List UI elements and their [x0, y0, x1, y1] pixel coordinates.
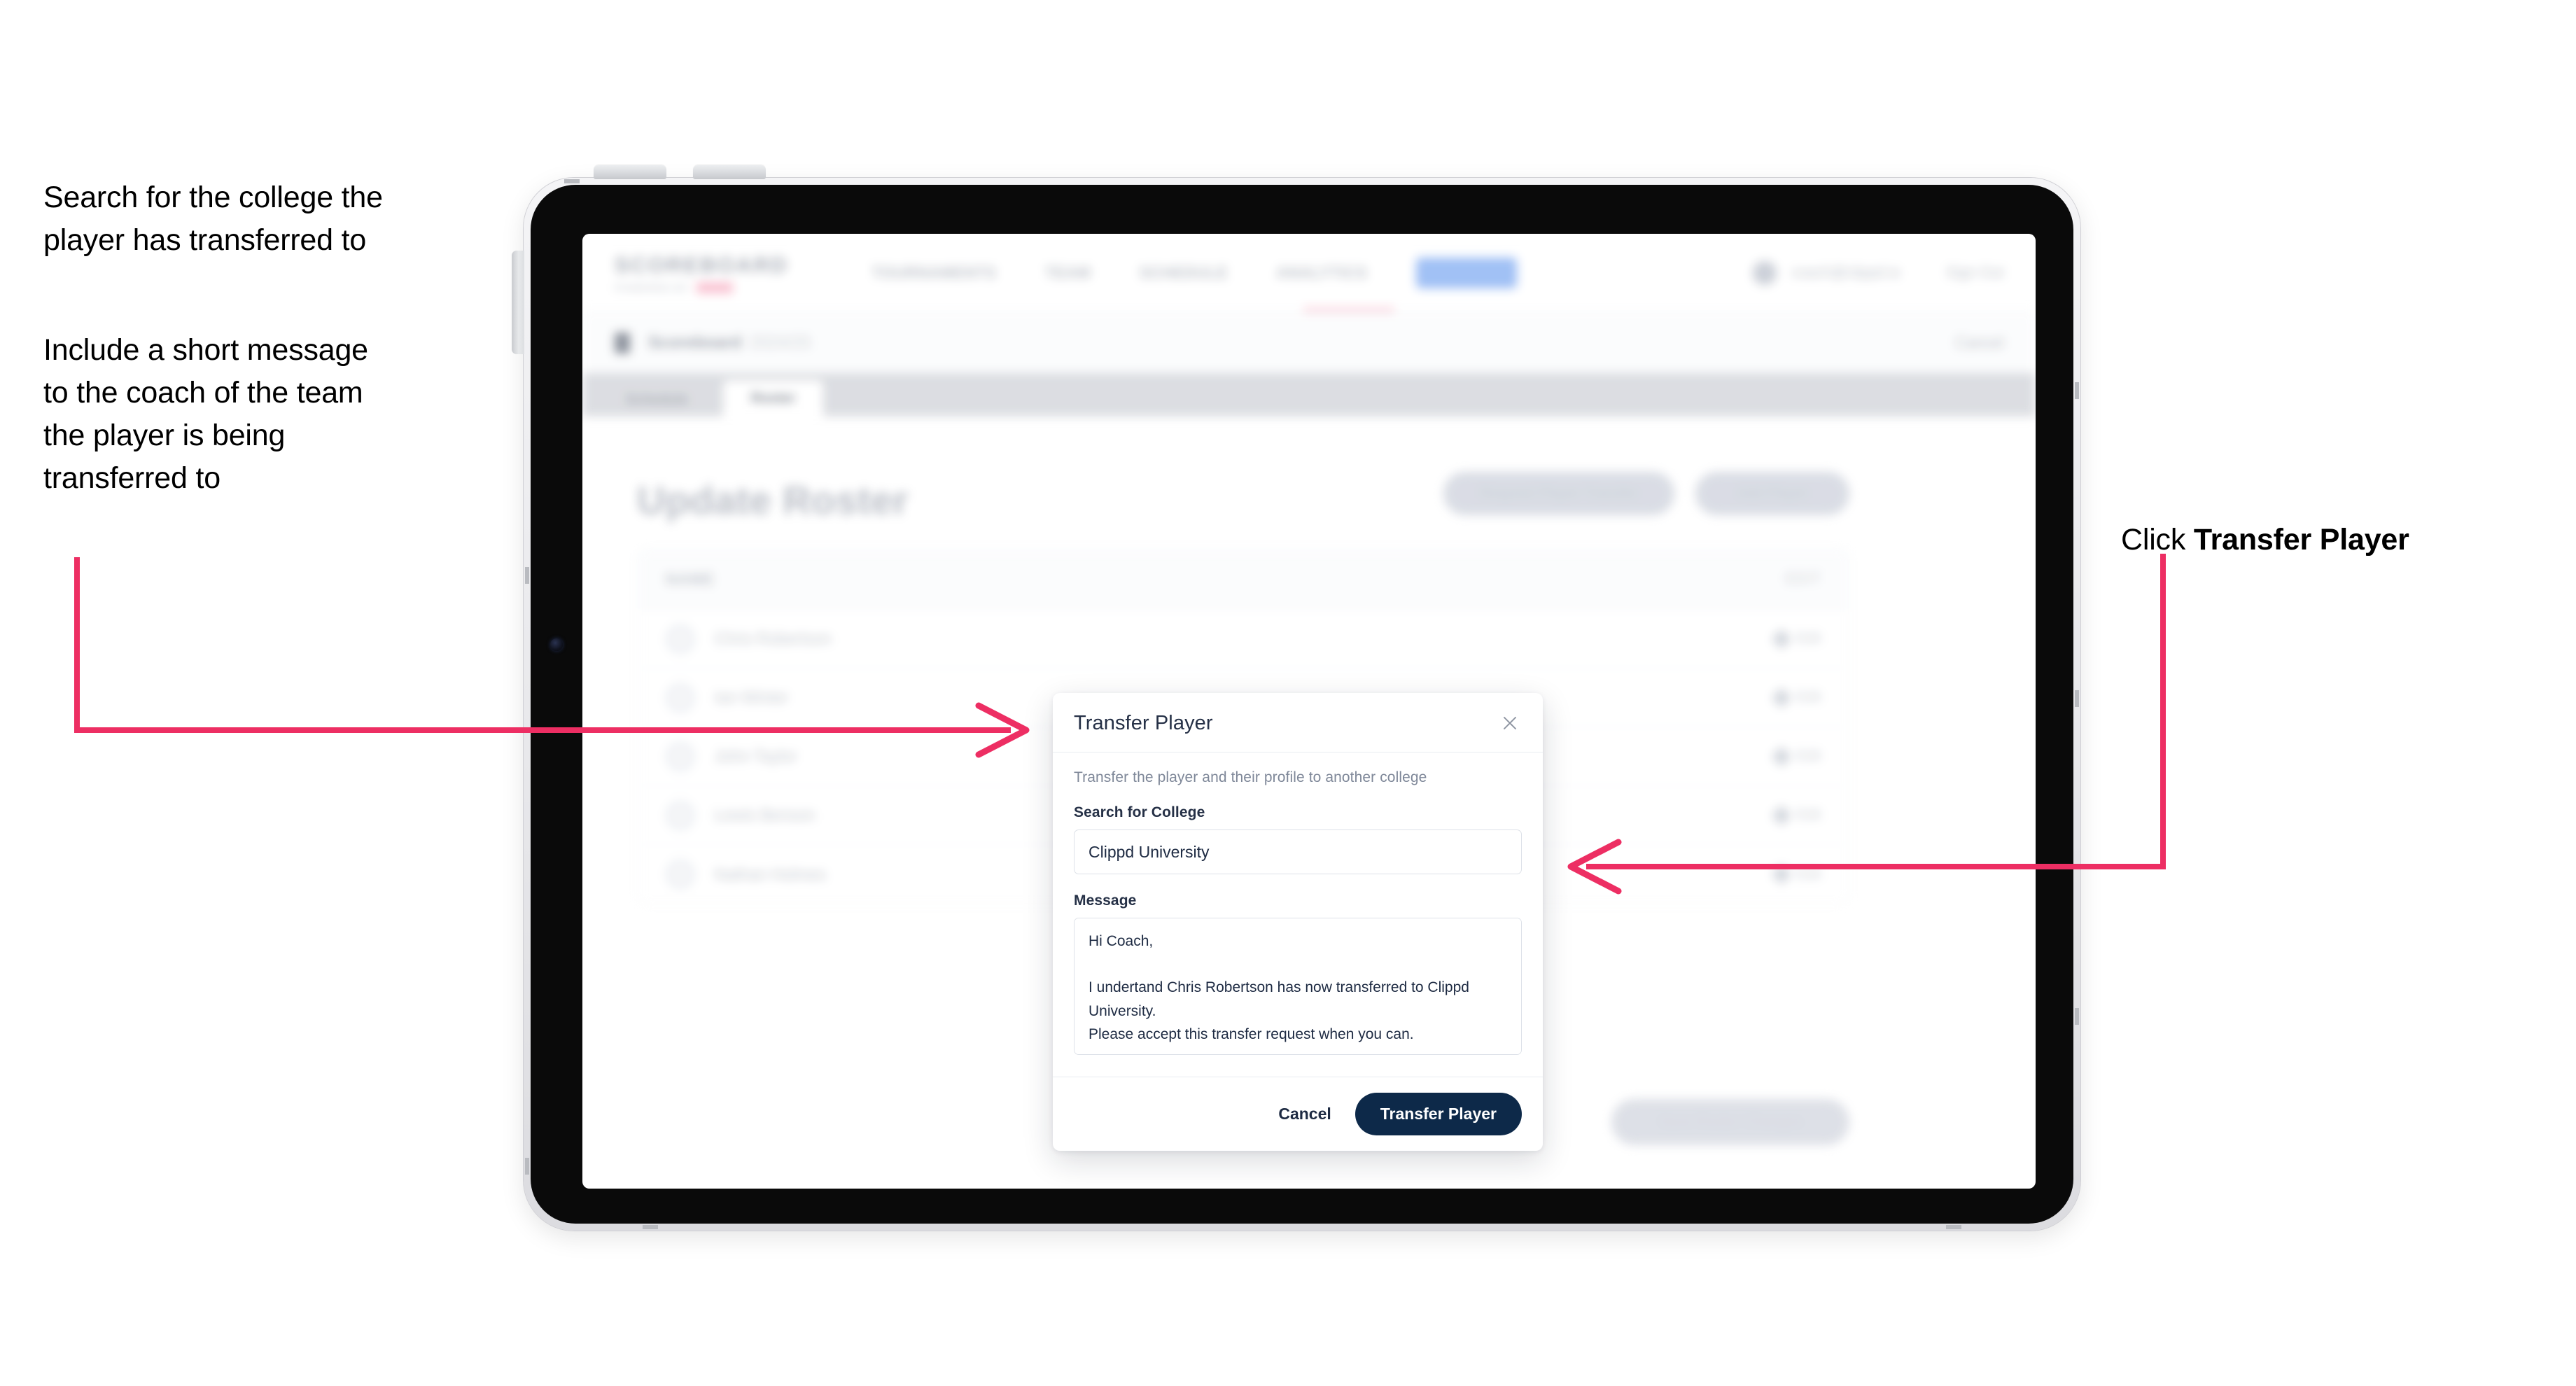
- modal-body: Transfer the player and their profile to…: [1053, 752, 1543, 1077]
- screenshot-canvas: Search for the college the player has tr…: [0, 0, 2576, 1386]
- search-college-input[interactable]: [1074, 830, 1522, 874]
- antenna-band-right-1: [2075, 382, 2079, 399]
- power-button[interactable]: [512, 251, 524, 354]
- antenna-band-right-2: [2075, 690, 2079, 707]
- annotation-search-college: Search for the college the player has tr…: [43, 181, 383, 258]
- close-icon[interactable]: [1498, 711, 1522, 735]
- modal-header: Transfer Player: [1053, 693, 1543, 752]
- annotation-click-target: Transfer Player: [2193, 523, 2409, 557]
- antenna-band-bottom-2: [1946, 1225, 1961, 1229]
- antenna-band-left-1: [525, 567, 529, 584]
- modal-title: Transfer Player: [1074, 711, 1213, 734]
- tablet-bezel: SCOREBOARD POWERED BY TOURNAMENTS TEAM S…: [531, 185, 2073, 1224]
- antenna-band-right-3: [2075, 1008, 2079, 1025]
- message-label: Message: [1074, 892, 1137, 909]
- tablet-device-frame: SCOREBOARD POWERED BY TOURNAMENTS TEAM S…: [512, 165, 2080, 1231]
- tablet-screen: SCOREBOARD POWERED BY TOURNAMENTS TEAM S…: [582, 234, 2036, 1189]
- transfer-player-modal: Transfer Player Transfer the player and …: [1053, 693, 1543, 1151]
- annotation-click-transfer: Click Transfer Player: [2121, 476, 2555, 561]
- antenna-band-top: [564, 179, 580, 183]
- antenna-band-bottom-1: [643, 1225, 658, 1229]
- modal-description: Transfer the player and their profile to…: [1074, 769, 1427, 785]
- message-textarea[interactable]: [1074, 918, 1522, 1055]
- annotation-include-message: Include a short message to the coach of …: [43, 333, 368, 496]
- annotation-click-prefix: Click: [2121, 523, 2194, 557]
- volume-up-button[interactable]: [594, 165, 666, 179]
- cancel-button[interactable]: Cancel: [1275, 1099, 1334, 1129]
- antenna-band-left-2: [525, 1158, 529, 1175]
- transfer-player-button[interactable]: Transfer Player: [1354, 1093, 1522, 1135]
- volume-down-button[interactable]: [693, 165, 766, 179]
- modal-footer: Cancel Transfer Player: [1053, 1077, 1543, 1151]
- front-camera-icon: [550, 638, 563, 651]
- search-college-label: Search for College: [1074, 804, 1205, 820]
